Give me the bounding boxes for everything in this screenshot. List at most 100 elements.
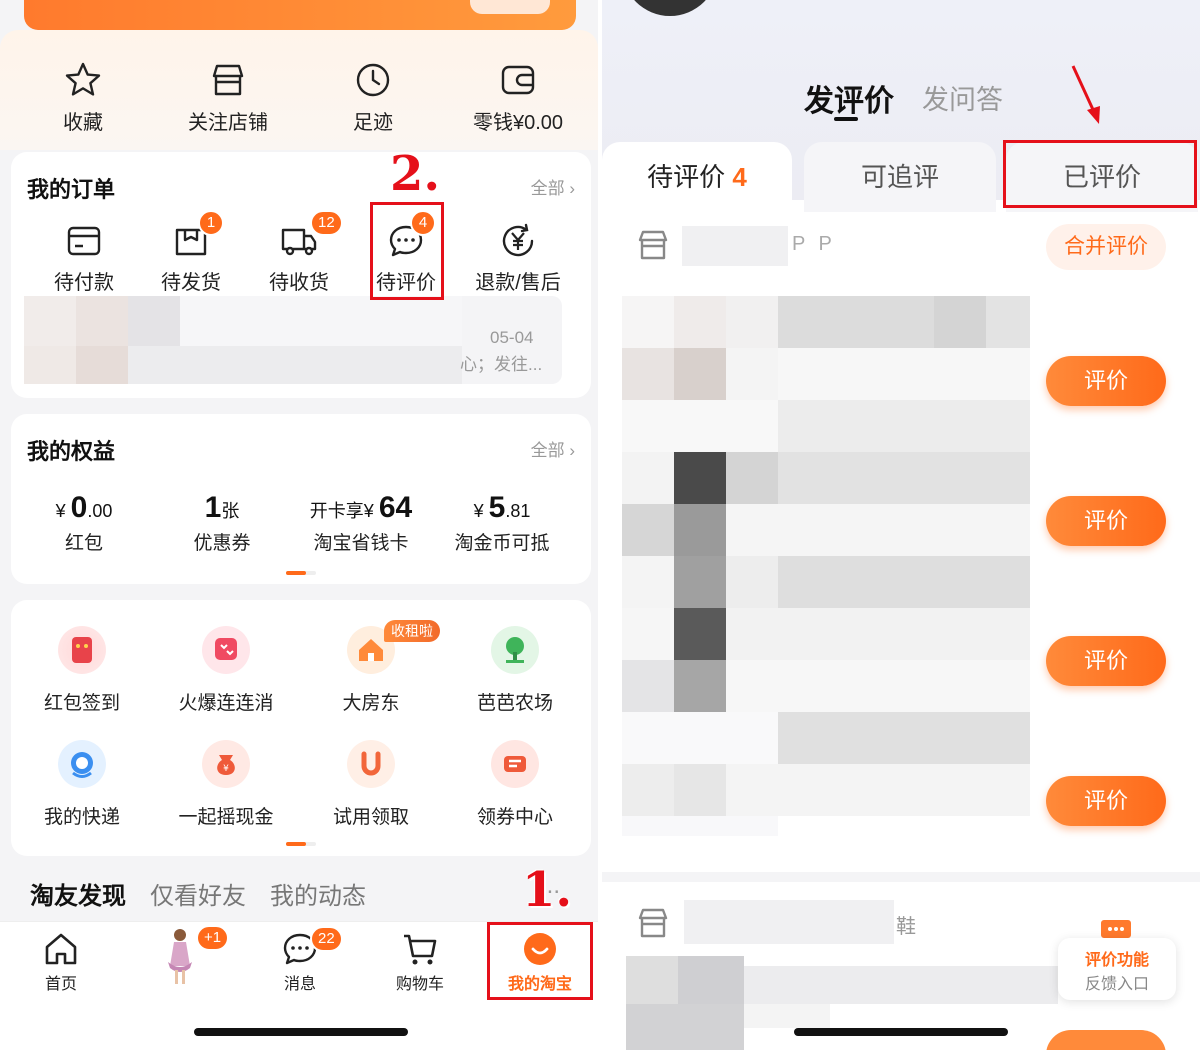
step-1-label: 1. bbox=[522, 862, 573, 918]
money-bag-icon: ¥ bbox=[202, 740, 250, 788]
order-pending-shipment[interactable]: 待发货 bbox=[141, 222, 241, 295]
app-coupon-center[interactable]: 领券中心 bbox=[440, 740, 590, 829]
app-trial[interactable]: 试用领取 bbox=[296, 740, 446, 829]
tab-home[interactable]: 首页 bbox=[11, 930, 111, 994]
benefit-gold-coins[interactable]: ¥ 5.81 淘金币可抵 bbox=[432, 490, 572, 555]
app-label: 领券中心 bbox=[476, 807, 553, 828]
benefit-savings-card[interactable]: 开卡享¥ 64 淘宝省钱卡 bbox=[291, 490, 431, 555]
pending-shipment-badge: 1 bbox=[198, 210, 224, 236]
product-list-blurred bbox=[622, 296, 1030, 836]
orders-view-all[interactable]: 全部 › bbox=[531, 174, 575, 199]
feedback-line1: 评价功能 bbox=[1084, 952, 1149, 969]
quick-label: 关注店铺 bbox=[188, 112, 268, 134]
quick-footprints[interactable]: 足迹 bbox=[303, 60, 443, 135]
apps-page-indicator-active bbox=[286, 842, 306, 846]
pending-receipt-badge: 12 bbox=[310, 210, 343, 236]
benefit-value: 1张 bbox=[204, 491, 240, 524]
order-label: 待付款 bbox=[54, 272, 114, 294]
order-pending-payment[interactable]: 待付款 bbox=[34, 222, 134, 295]
review-button[interactable]: 评价 bbox=[1046, 496, 1166, 546]
app-red-packet-signin[interactable]: 红包签到 bbox=[7, 626, 157, 715]
clock-icon bbox=[356, 63, 390, 97]
coupon-icon bbox=[491, 740, 539, 788]
review-button[interactable]: 评价 bbox=[1046, 776, 1166, 826]
quick-followed-stores[interactable]: 关注店铺 bbox=[158, 60, 298, 135]
feed-tab-my-activity[interactable]: 我的动态 bbox=[270, 876, 366, 911]
avatar-doll-icon bbox=[168, 929, 192, 984]
merge-review-button[interactable]: 合并评价 bbox=[1046, 224, 1166, 270]
tab-pending-review[interactable]: 待评价 4 bbox=[602, 142, 792, 212]
tab-can-follow-up[interactable]: 可追评 bbox=[804, 142, 996, 212]
segment-write-review[interactable]: 发评价 bbox=[804, 76, 894, 120]
review-button[interactable]: 评价 bbox=[1046, 356, 1166, 406]
cart-icon bbox=[404, 934, 437, 965]
tab-label: 消息 bbox=[283, 976, 316, 993]
red-envelope-icon bbox=[58, 626, 106, 674]
feed-tab-friends[interactable]: 仅看好友 bbox=[150, 876, 246, 911]
home-indicator bbox=[194, 1028, 408, 1036]
benefit-red-packet[interactable]: ¥ 0.00 红包 bbox=[14, 490, 154, 555]
order-refund-aftersale[interactable]: 退款/售后 bbox=[468, 222, 568, 295]
wallet-icon bbox=[501, 65, 535, 95]
store-name-blurred bbox=[682, 226, 788, 266]
tab-count: 4 bbox=[732, 162, 747, 192]
store-icon bbox=[638, 230, 668, 260]
store-name-suffix: P P bbox=[792, 233, 836, 255]
review-button-partial[interactable] bbox=[1046, 1030, 1166, 1050]
app-label: 红包签到 bbox=[43, 693, 120, 714]
benefit-label: 优惠券 bbox=[193, 533, 251, 554]
app-label: 火爆连连消 bbox=[178, 693, 274, 714]
benefits-view-all[interactable]: 全部 › bbox=[531, 436, 575, 461]
review-center-panel: 发评价 发问答 待评价 4 可追评 已评价 P P 合并评价 评价 评价 评价 … bbox=[602, 0, 1200, 1050]
home-icon bbox=[45, 933, 77, 965]
benefit-label: 淘宝省钱卡 bbox=[313, 533, 409, 554]
segment-underline bbox=[834, 117, 858, 121]
feedback-entry[interactable]: 评价功能 反馈入口 bbox=[1058, 938, 1176, 1000]
app-baba-farm[interactable]: 芭芭农场 bbox=[440, 626, 590, 715]
top-banner[interactable] bbox=[24, 0, 576, 30]
segment-write-qa[interactable]: 发问答 bbox=[922, 78, 1003, 117]
app-match-game[interactable]: 火爆连连消 bbox=[151, 626, 301, 715]
app-label: 试用领取 bbox=[332, 807, 409, 828]
quick-label: 收藏 bbox=[63, 112, 103, 134]
review-button[interactable]: 评价 bbox=[1046, 636, 1166, 686]
tree-icon bbox=[491, 626, 539, 674]
quick-label: 足迹 bbox=[353, 112, 393, 134]
courier-icon bbox=[58, 740, 106, 788]
view-all-label: 全部 bbox=[530, 179, 565, 198]
feed-tab-discover[interactable]: 淘友发现 bbox=[30, 876, 126, 911]
taobao-my-page-panel: 收藏 关注店铺 足迹 零钱¥0.00 我的订单 全部 › 待付款 待发货 1 待… bbox=[0, 0, 598, 1050]
messages-badge: 22 bbox=[310, 926, 343, 952]
benefit-coupons[interactable]: 1张 优惠券 bbox=[152, 490, 292, 555]
avatar-badge: +1 bbox=[196, 925, 230, 951]
order-date: 05-04 bbox=[490, 328, 534, 347]
app-label: 我的快递 bbox=[43, 807, 120, 828]
store-icon bbox=[212, 64, 244, 96]
card-icon bbox=[67, 226, 101, 256]
app-label: 一起摇现金 bbox=[178, 807, 274, 828]
tab-label: 首页 bbox=[44, 976, 77, 993]
store-icon bbox=[638, 908, 668, 938]
feedback-line2: 反馈入口 bbox=[1084, 976, 1149, 993]
benefit-label: 红包 bbox=[64, 533, 103, 554]
svg-text:¥: ¥ bbox=[223, 764, 229, 774]
star-icon bbox=[65, 62, 101, 96]
tab-cart[interactable]: 购物车 bbox=[370, 930, 470, 994]
benefit-value: ¥ 5.81 bbox=[473, 491, 531, 524]
banner-button[interactable] bbox=[470, 0, 550, 14]
tab-label: 购物车 bbox=[395, 976, 444, 993]
app-my-courier[interactable]: 我的快递 bbox=[7, 740, 157, 829]
chevron-right-icon: › bbox=[569, 441, 575, 460]
order-status: 心；发往... bbox=[460, 355, 543, 374]
app-shake-cash[interactable]: ¥ 一起摇现金 bbox=[151, 740, 301, 829]
tab-label: 待评价 bbox=[647, 162, 726, 192]
order-label: 退款/售后 bbox=[475, 272, 561, 294]
view-all-label: 全部 bbox=[530, 441, 565, 460]
latest-order-preview[interactable]: 05-04 心；发往... bbox=[24, 296, 562, 384]
quick-wallet[interactable]: 零钱¥0.00 bbox=[448, 60, 588, 135]
step-2-label: 2. bbox=[390, 146, 441, 202]
landlord-tag: 收租啦 bbox=[384, 620, 440, 642]
u-trial-icon bbox=[347, 740, 395, 788]
highlight-box-reviewed bbox=[1003, 140, 1197, 208]
quick-favorites[interactable]: 收藏 bbox=[13, 60, 153, 135]
